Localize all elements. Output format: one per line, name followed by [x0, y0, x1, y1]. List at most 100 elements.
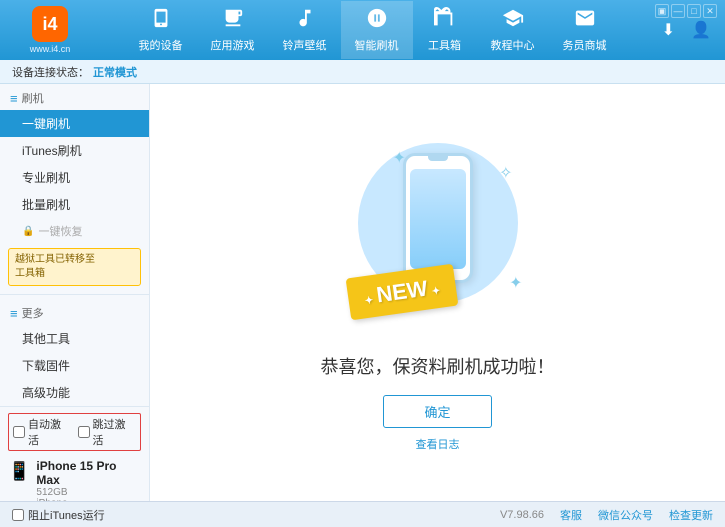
nav-bar: 我的设备 应用游戏 铃声壁纸 智能刷机: [90, 1, 655, 59]
header: i4 www.i4.cn 我的设备 应用游戏 铃声壁纸: [0, 0, 725, 60]
lock-icon: 🔒: [22, 226, 34, 237]
device-info: 📱 iPhone 15 Pro Max 512GB iPhone: [8, 455, 141, 501]
nav-apps-label: 应用游戏: [211, 37, 255, 53]
auto-activate-checkbox[interactable]: [13, 426, 25, 438]
itunes-checkbox[interactable]: [12, 509, 24, 521]
sidebar-bottom: 自动激活 跳过激活 📱 iPhone 15 Pro Max 512GB iPho…: [0, 406, 149, 501]
itunes-flash-label: iTunes刷机: [22, 144, 82, 158]
flash-icon: [366, 7, 388, 35]
itunes-label: 阻止iTunes运行: [28, 507, 105, 523]
check-update-link[interactable]: 检查更新: [669, 507, 713, 523]
nav-tutorials[interactable]: 教程中心: [477, 1, 549, 59]
sidebar-item-pro-flash[interactable]: 专业刷机: [0, 164, 149, 191]
sidebar: ≡ 刷机 一键刷机 iTunes刷机 专业刷机 批量刷机 🔒 一键恢复 越狱工具…: [0, 84, 150, 501]
logo: i4 www.i4.cn: [10, 6, 90, 54]
statusbar-left: 阻止iTunes运行: [12, 507, 105, 523]
sidebar-item-itunes-flash[interactable]: iTunes刷机: [0, 137, 149, 164]
device-phone-icon: 📱: [8, 461, 30, 482]
logo-icon: i4: [32, 6, 68, 42]
auto-activate-row: 自动激活 跳过激活: [8, 413, 141, 451]
nav-my-device-label: 我的设备: [139, 37, 183, 53]
minimize-button[interactable]: —: [671, 4, 685, 18]
statusbar-right: V7.98.66 客服 微信公众号 检查更新: [500, 507, 713, 523]
more-section-icon: ≡: [10, 306, 18, 321]
nav-toolbox-label: 工具箱: [428, 37, 461, 53]
nav-service-label: 务员商城: [563, 37, 607, 53]
phone-screen: [410, 169, 466, 269]
sidebar-item-batch-flash[interactable]: 批量刷机: [0, 191, 149, 218]
sidebar-item-one-key-flash[interactable]: 一键刷机: [0, 110, 149, 137]
device-storage: 512GB: [36, 487, 141, 498]
client-link[interactable]: 客服: [560, 507, 582, 523]
download-icon[interactable]: ⬇: [658, 16, 679, 44]
version-text: V7.98.66: [500, 509, 544, 521]
tutorials-icon: [502, 7, 524, 35]
nav-tutorials-label: 教程中心: [491, 37, 535, 53]
toolbox-icon: [434, 7, 456, 35]
batch-flash-label: 批量刷机: [22, 198, 70, 212]
auto-activate-label: 自动激活: [28, 416, 72, 448]
download-firmware-label: 下载固件: [22, 359, 70, 373]
phone-icon: [150, 7, 172, 35]
phone-illustration: [403, 153, 473, 283]
sidebar-item-other-tools[interactable]: 其他工具: [0, 325, 149, 352]
topbar-prefix: 设备连接状态：: [12, 64, 89, 80]
itunes-checkbox-label[interactable]: 阻止iTunes运行: [12, 507, 105, 523]
device-details: iPhone 15 Pro Max 512GB iPhone: [36, 459, 141, 501]
header-right: ⬇ 👤: [655, 16, 715, 44]
success-text: 恭喜您，保资料刷机成功啦！: [321, 353, 555, 379]
sparkle-icon-3: ✦: [509, 273, 522, 293]
more-section-label: 更多: [22, 305, 44, 321]
nav-ringtones[interactable]: 铃声壁纸: [269, 1, 341, 59]
one-key-restore-disabled: 🔒 一键恢复: [0, 218, 149, 244]
nav-smart-flash-label: 智能刷机: [355, 37, 399, 53]
confirm-button[interactable]: 确定: [383, 395, 491, 428]
flash-section-title: ≡ 刷机: [0, 84, 149, 110]
main-content: NEW ✦ ✧ ✦ 恭喜您，保资料刷机成功啦！ 确定 查看日志: [150, 84, 725, 501]
nav-ringtones-label: 铃声壁纸: [283, 37, 327, 53]
pro-flash-label: 专业刷机: [22, 171, 70, 185]
statusbar: 阻止iTunes运行 V7.98.66 客服 微信公众号 检查更新: [0, 501, 725, 527]
advanced-label: 高级功能: [22, 386, 70, 400]
wechat-link[interactable]: 微信公众号: [598, 507, 653, 523]
guided-activation-checkbox-label[interactable]: 跳过激活: [78, 416, 137, 448]
guided-activation-label: 跳过激活: [93, 416, 137, 448]
window-signal-icon: ▣: [655, 4, 669, 18]
nav-service[interactable]: 务员商城: [549, 1, 621, 59]
notice-text: 越狱工具已转移至 工具箱: [15, 254, 95, 279]
new-banner: NEW: [345, 264, 458, 321]
nav-my-device[interactable]: 我的设备: [125, 1, 197, 59]
device-name: iPhone 15 Pro Max: [36, 459, 141, 487]
main-layout: ≡ 刷机 一键刷机 iTunes刷机 专业刷机 批量刷机 🔒 一键恢复 越狱工具…: [0, 84, 725, 501]
one-key-flash-label: 一键刷机: [22, 117, 70, 131]
nav-toolbox[interactable]: 工具箱: [413, 1, 477, 59]
one-key-restore-label: 一键恢复: [38, 223, 82, 239]
maximize-button[interactable]: □: [687, 4, 701, 18]
flash-section-label: 刷机: [22, 90, 44, 106]
device-type: iPhone: [36, 498, 141, 501]
more-section-title: ≡ 更多: [0, 299, 149, 325]
logo-url: www.i4.cn: [30, 44, 71, 54]
success-illustration: NEW ✦ ✧ ✦: [338, 133, 538, 333]
sidebar-item-download-firmware[interactable]: 下载固件: [0, 352, 149, 379]
topbar-mode: 正常模式: [93, 64, 137, 80]
window-controls: ▣ — □ ✕: [655, 4, 717, 18]
nav-apps-games[interactable]: 应用游戏: [197, 1, 269, 59]
sidebar-item-advanced[interactable]: 高级功能: [0, 379, 149, 406]
user-icon[interactable]: 👤: [687, 16, 715, 44]
phone-notch: [428, 156, 448, 161]
sidebar-divider: [0, 294, 149, 295]
apps-icon: [222, 7, 244, 35]
ringtone-icon: [294, 7, 316, 35]
other-tools-label: 其他工具: [22, 332, 70, 346]
sparkle-icon-1: ✦: [393, 148, 406, 168]
nav-smart-flash[interactable]: 智能刷机: [341, 1, 413, 59]
view-log-link[interactable]: 查看日志: [416, 436, 460, 452]
topbar: 设备连接状态： 正常模式: [0, 60, 725, 84]
close-button[interactable]: ✕: [703, 4, 717, 18]
phone-body: [403, 153, 473, 283]
service-icon: [574, 7, 596, 35]
sparkle-icon-2: ✧: [499, 163, 512, 183]
guided-activation-checkbox[interactable]: [78, 426, 90, 438]
auto-activate-checkbox-label[interactable]: 自动激活: [13, 416, 72, 448]
